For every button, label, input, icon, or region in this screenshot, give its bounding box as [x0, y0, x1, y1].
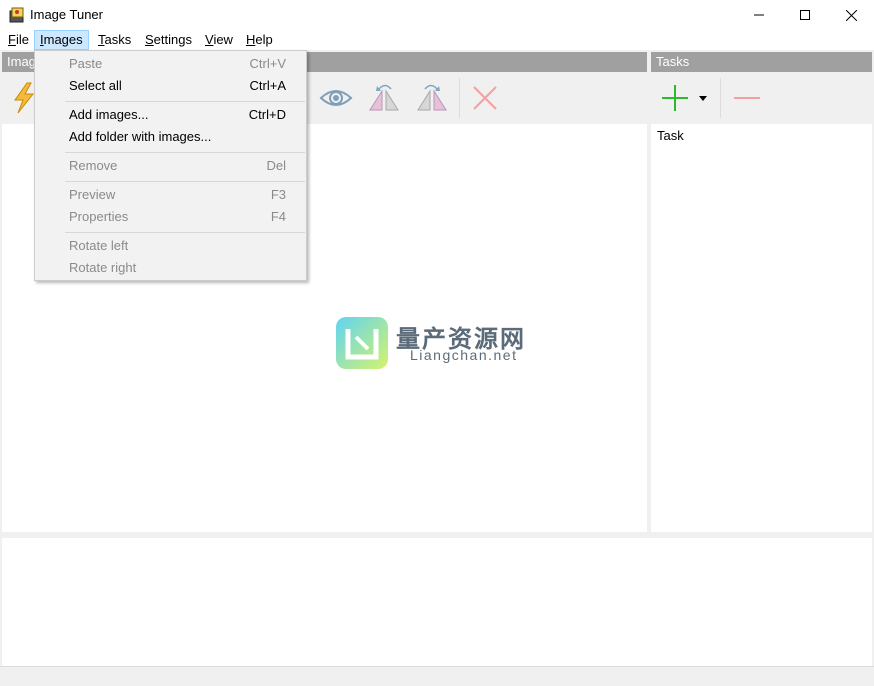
menu-item-shortcut: Ctrl+D — [248, 107, 286, 122]
menu-separator — [65, 232, 305, 233]
app-icon — [9, 7, 25, 23]
menu-tasks-label: asks — [104, 32, 132, 47]
menu-item-label: Preview — [69, 187, 116, 202]
minimize-icon — [754, 14, 764, 16]
watermark: 量产资源网 Liangchan.net — [336, 317, 546, 369]
toolbar-separator — [459, 78, 460, 118]
menu-separator — [65, 181, 305, 182]
status-bar — [0, 666, 874, 686]
menu-item-label: Add images... — [69, 107, 149, 122]
close-icon — [845, 9, 857, 21]
menu-bar: File Images Tasks Settings View Help — [0, 30, 874, 50]
menu-item-label: Select all — [69, 78, 122, 93]
maximize-button[interactable] — [782, 0, 828, 30]
rotate-left-icon — [369, 84, 399, 111]
add-task-button[interactable] — [657, 80, 693, 116]
tasks-panel-header: Tasks — [651, 52, 872, 72]
menu-item-add-images[interactable]: Add images... Ctrl+D — [35, 104, 306, 126]
preview-button[interactable] — [318, 80, 354, 116]
menu-item-rotate-right[interactable]: Rotate right — [35, 257, 306, 279]
tasks-toolbar — [651, 72, 872, 124]
menu-item-label: Properties — [69, 209, 129, 224]
menu-view[interactable]: View — [200, 30, 238, 50]
menu-help-label: elp — [255, 32, 273, 47]
menu-separator — [65, 152, 305, 153]
delete-x-icon — [473, 86, 497, 110]
menu-item-label: Add folder with images... — [69, 129, 212, 144]
menu-item-select-all[interactable]: Select all Ctrl+A — [35, 75, 306, 97]
rotate-left-button[interactable] — [366, 80, 402, 116]
log-area[interactable] — [2, 538, 872, 666]
task-column-header[interactable]: Task — [657, 128, 684, 143]
rotate-right-button[interactable] — [414, 80, 450, 116]
dropdown-arrow-icon — [699, 95, 707, 101]
menu-item-add-folder[interactable]: Add folder with images... — [35, 126, 306, 148]
menu-item-shortcut: Ctrl+A — [249, 78, 286, 93]
menu-item-rotate-left[interactable]: Rotate left — [35, 235, 306, 257]
watermark-logo — [336, 317, 388, 369]
close-button[interactable] — [828, 0, 874, 30]
menu-item-paste[interactable]: Paste Ctrl+V — [35, 53, 306, 75]
menu-images[interactable]: Images — [34, 30, 89, 50]
menu-help[interactable]: Help — [241, 30, 278, 50]
menu-item-shortcut: F4 — [270, 209, 286, 224]
menu-item-label: Remove — [69, 158, 118, 173]
app-window: Image Tuner File Images Tasks Settings V… — [0, 0, 874, 686]
minimize-button[interactable] — [736, 0, 782, 30]
menu-item-label: Rotate right — [69, 260, 137, 275]
menu-item-properties[interactable]: Properties F4 — [35, 206, 306, 228]
rotate-right-icon — [417, 84, 447, 111]
menu-file-label: ile — [15, 32, 29, 47]
remove-task-button[interactable] — [729, 80, 765, 116]
menu-item-preview[interactable]: Preview F3 — [35, 184, 306, 206]
menu-separator — [65, 101, 305, 102]
menu-file[interactable]: File — [3, 30, 34, 50]
add-task-dropdown[interactable] — [695, 80, 711, 116]
menu-item-label: Rotate left — [69, 238, 129, 253]
menu-item-shortcut: Del — [266, 158, 286, 173]
menu-settings[interactable]: Settings — [140, 30, 197, 50]
tasks-toolbar-separator — [720, 78, 721, 118]
menu-tasks[interactable]: Tasks — [93, 30, 136, 50]
menu-item-shortcut: F3 — [270, 187, 286, 202]
menu-help-mnemonic: H — [246, 32, 256, 47]
menu-item-label: Paste — [69, 56, 103, 71]
eye-icon — [319, 90, 353, 106]
menu-item-shortcut: Ctrl+V — [249, 56, 286, 71]
menu-item-remove[interactable]: Remove Del — [35, 155, 306, 177]
window-title: Image Tuner — [30, 7, 103, 22]
menu-file-mnemonic: F — [8, 32, 16, 47]
remove-image-button[interactable] — [467, 80, 503, 116]
menu-settings-mnemonic: S — [145, 32, 154, 47]
menu-settings-label: ettings — [153, 32, 192, 47]
menu-images-label: mages — [43, 32, 83, 47]
tasks-list[interactable] — [651, 124, 872, 532]
maximize-icon — [800, 10, 810, 20]
menu-view-label: iew — [213, 32, 233, 47]
title-bar[interactable]: Image Tuner — [0, 0, 874, 30]
images-menu-dropdown: Paste Ctrl+V Select all Ctrl+A Add image… — [34, 50, 307, 281]
plus-icon — [662, 85, 688, 111]
minus-icon — [734, 97, 760, 99]
watermark-latin-text: Liangchan.net — [410, 347, 518, 363]
